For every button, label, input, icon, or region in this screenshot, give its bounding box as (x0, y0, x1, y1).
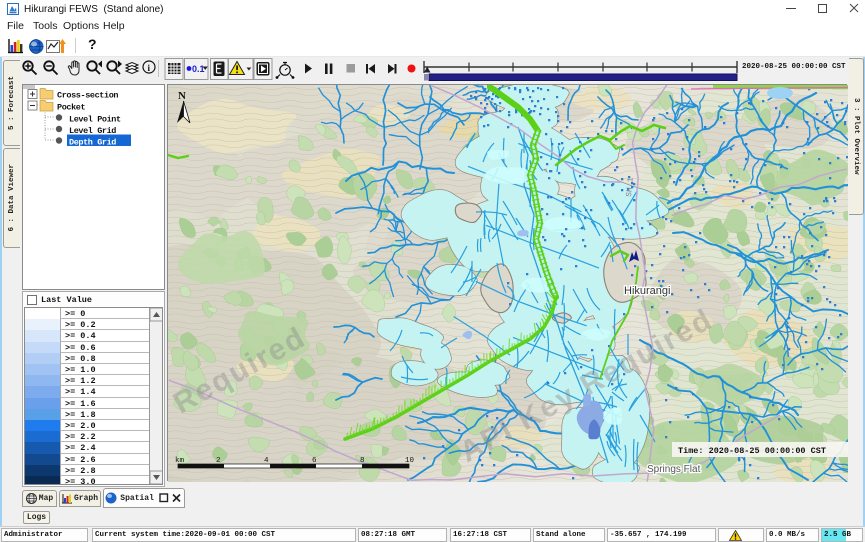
svg-text:Cross-section: Cross-section (57, 91, 118, 101)
svg-text:Level Grid: Level Grid (69, 126, 116, 136)
svg-text:Hikurangi: Hikurangi (624, 285, 670, 297)
svg-text:Time: 2020-08-25 00:00:00 CST: Time: 2020-08-25 00:00:00 CST (678, 446, 826, 456)
svg-text:Pocket: Pocket (57, 103, 86, 113)
svg-text:N: N (178, 90, 186, 102)
svg-text:Springs Flat: Springs Flat (647, 464, 701, 475)
svg-text:i: i (148, 63, 151, 73)
svg-text:Depth Grid: Depth Grid (69, 138, 116, 148)
svg-text:0.1: 0.1 (192, 64, 205, 74)
svg-text:Level Point: Level Point (69, 115, 121, 125)
svg-text:SH 1: SH 1 (625, 177, 636, 197)
